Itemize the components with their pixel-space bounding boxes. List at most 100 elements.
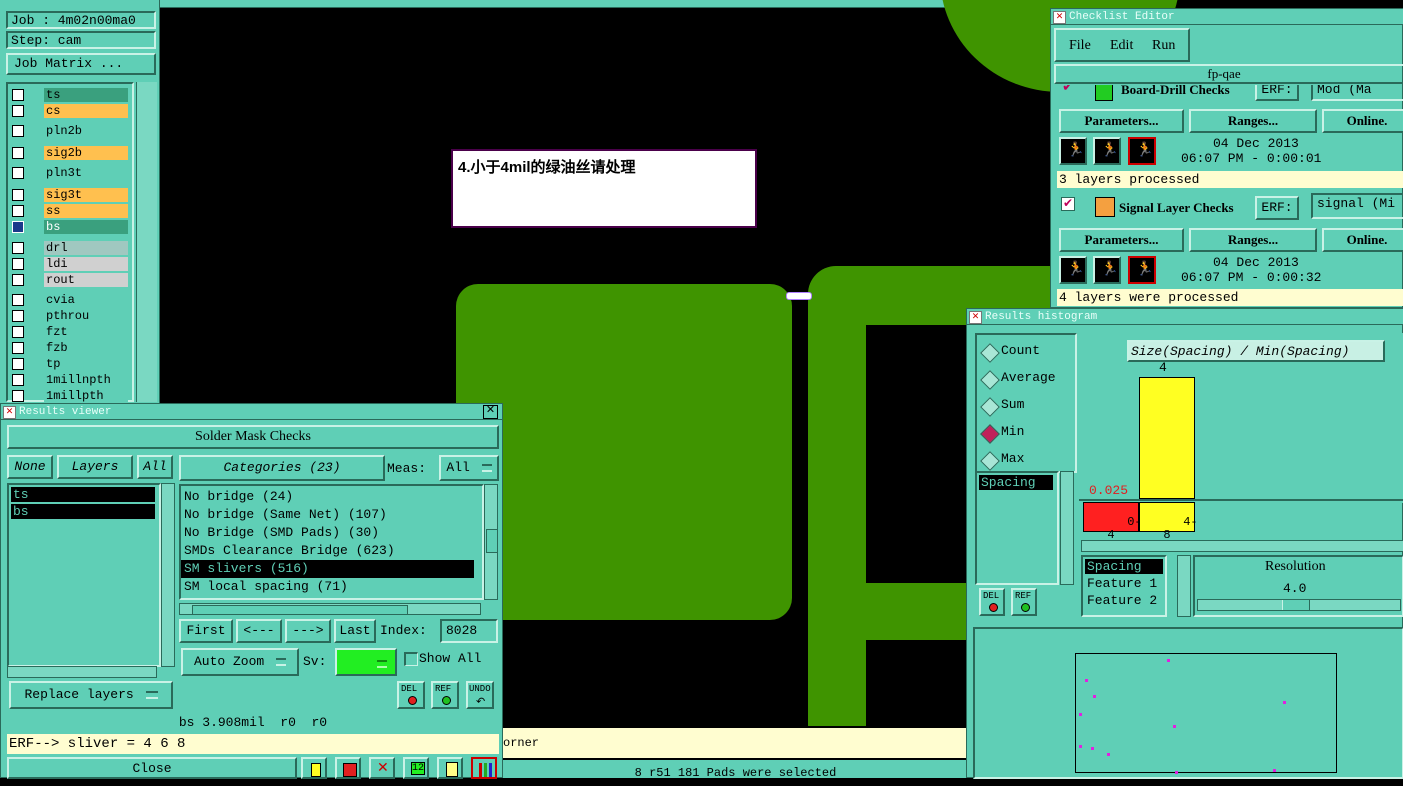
layer-checkbox[interactable] bbox=[12, 310, 24, 322]
layer-checkbox[interactable] bbox=[12, 89, 24, 101]
undo-button[interactable]: UNDO ↶ bbox=[466, 681, 494, 709]
auto-zoom-dropdown[interactable]: Auto Zoom bbox=[181, 648, 299, 676]
layer-name[interactable]: ts bbox=[44, 88, 128, 102]
layer-checkbox[interactable] bbox=[12, 189, 24, 201]
check-1-ranges-button[interactable]: Ranges... bbox=[1189, 109, 1317, 133]
layer-name[interactable]: 1millnpth bbox=[44, 373, 128, 387]
toolbar-icon-4[interactable]: 12 bbox=[403, 757, 429, 779]
layer-row-1millpth[interactable]: 1millpth bbox=[10, 389, 128, 403]
menu-edit[interactable]: Edit bbox=[1110, 38, 1133, 54]
sliver-highlight[interactable] bbox=[786, 292, 812, 300]
layer-row-pln3t[interactable]: pln3t bbox=[10, 166, 128, 180]
toolbar-icon-5[interactable] bbox=[437, 757, 463, 779]
layer-checkbox[interactable] bbox=[12, 205, 24, 217]
layer-row-cs[interactable]: cs bbox=[10, 104, 128, 118]
layer-checkbox[interactable] bbox=[12, 242, 24, 254]
menu-file[interactable]: File bbox=[1069, 38, 1091, 54]
close-window-icon[interactable]: ✕ bbox=[483, 405, 498, 419]
layer-name[interactable]: pthrou bbox=[44, 309, 128, 323]
measure-listbox[interactable]: Spacing bbox=[975, 471, 1059, 585]
menu-run[interactable]: Run bbox=[1152, 38, 1175, 54]
check-1-run-icon[interactable]: 🏃 bbox=[1059, 137, 1087, 165]
all-button[interactable]: All bbox=[137, 455, 173, 479]
sort-item-spacing[interactable]: Spacing bbox=[1085, 559, 1163, 574]
results-viewer-titlebar[interactable]: ✕ Results viewer ✕ bbox=[1, 404, 502, 420]
layer-row-pthrou[interactable]: pthrou bbox=[10, 309, 128, 323]
layer-list-scrollbar[interactable] bbox=[136, 82, 157, 402]
layer-row-1millnpth[interactable]: 1millnpth bbox=[10, 373, 128, 387]
mode-radio-count[interactable] bbox=[980, 343, 1000, 363]
layer-row-sig2b[interactable]: sig2b bbox=[10, 146, 128, 160]
measure-item-spacing[interactable]: Spacing bbox=[979, 475, 1053, 490]
layer-row-pln2b[interactable]: pln2b bbox=[10, 124, 128, 138]
toolbar-icon-6[interactable] bbox=[471, 757, 497, 779]
overview-map[interactable] bbox=[973, 627, 1403, 779]
layer-name[interactable]: rout bbox=[44, 273, 128, 287]
layer-name[interactable]: sig2b bbox=[44, 146, 128, 160]
del-button[interactable]: DEL bbox=[397, 681, 425, 709]
check-1-parameters-button[interactable]: Parameters... bbox=[1059, 109, 1184, 133]
toolbar-icon-2[interactable] bbox=[335, 757, 361, 779]
check-2-erf-value[interactable]: signal (Mi bbox=[1311, 193, 1403, 219]
check-1-stop-icon[interactable]: 🏃 bbox=[1128, 137, 1156, 165]
bin-4-8[interactable]: 4- 8 bbox=[1139, 502, 1198, 542]
categories-hscroll-thumb[interactable] bbox=[192, 605, 408, 615]
layer-name[interactable]: cs bbox=[44, 104, 128, 118]
check-2-ranges-button[interactable]: Ranges... bbox=[1189, 228, 1317, 252]
layers-listbox[interactable]: ts bs bbox=[7, 483, 161, 667]
bin-0-4[interactable]: 0- 4 bbox=[1083, 502, 1142, 542]
layer-name[interactable]: pln3t bbox=[44, 166, 128, 180]
check-2-run-all-icon[interactable]: 🏃 bbox=[1093, 256, 1121, 284]
check-2-online-button[interactable]: Online. bbox=[1322, 228, 1403, 252]
hist-ref-button[interactable]: REF bbox=[1011, 588, 1037, 616]
hist-del-button[interactable]: DEL bbox=[979, 588, 1005, 616]
category-item[interactable]: No bridge (24) bbox=[181, 488, 482, 506]
layer-row-bs[interactable]: bs bbox=[10, 220, 128, 234]
next-button[interactable]: ---> bbox=[285, 619, 331, 643]
layer-checkbox[interactable] bbox=[12, 105, 24, 117]
categories-hscroll[interactable] bbox=[179, 603, 481, 615]
layer-checkbox[interactable] bbox=[12, 274, 24, 286]
layer-row-drl[interactable]: drl bbox=[10, 241, 128, 255]
layer-name[interactable]: fzb bbox=[44, 341, 128, 355]
check-1-toggle[interactable]: ✔ bbox=[1062, 85, 1074, 96]
layer-checkbox[interactable] bbox=[12, 294, 24, 306]
layer-checkbox[interactable] bbox=[12, 167, 24, 179]
meas-dropdown[interactable]: All bbox=[439, 455, 499, 481]
layer-name[interactable]: cvia bbox=[44, 293, 128, 307]
copper-pad-left[interactable] bbox=[456, 284, 792, 620]
layer-checkbox[interactable] bbox=[12, 342, 24, 354]
layer-row-tp[interactable]: tp bbox=[10, 357, 128, 371]
resolution-slider-thumb[interactable] bbox=[1282, 600, 1310, 610]
checklist-editor-titlebar[interactable]: ✕ Checklist Editor bbox=[1051, 9, 1403, 25]
sort-listbox[interactable]: Spacing Feature 1 Feature 2 bbox=[1081, 555, 1167, 617]
measure-vscroll[interactable] bbox=[1060, 471, 1074, 585]
mode-radio-average[interactable] bbox=[980, 370, 1000, 390]
layer-name[interactable]: drl bbox=[44, 241, 128, 255]
layer-checkbox[interactable] bbox=[12, 258, 24, 270]
none-button[interactable]: None bbox=[7, 455, 53, 479]
mode-radio-min[interactable] bbox=[980, 424, 1000, 444]
category-item[interactable]: No bridge (Same Net) (107) bbox=[181, 506, 482, 524]
check-2-stop-icon[interactable]: 🏃 bbox=[1128, 256, 1156, 284]
layer-checkbox[interactable] bbox=[12, 125, 24, 137]
layer-checkbox[interactable] bbox=[12, 326, 24, 338]
check-1-run-all-icon[interactable]: 🏃 bbox=[1093, 137, 1121, 165]
ref-button[interactable]: REF bbox=[431, 681, 459, 709]
layer-name[interactable]: pln2b bbox=[44, 124, 128, 138]
replace-layers-dropdown[interactable]: Replace layers bbox=[9, 681, 173, 709]
layer-checkbox[interactable] bbox=[12, 358, 24, 370]
layer-row-ldi[interactable]: ldi bbox=[10, 257, 128, 271]
layer-row-sig3t[interactable]: sig3t bbox=[10, 188, 128, 202]
prev-button[interactable]: <--- bbox=[236, 619, 282, 643]
check-1-erf-value[interactable]: Mod (Ma bbox=[1311, 85, 1403, 101]
index-input[interactable]: 8028 bbox=[440, 619, 498, 643]
layer-name[interactable]: sig3t bbox=[44, 188, 128, 202]
histogram-titlebar[interactable]: ✕ Results histogram bbox=[967, 309, 1403, 325]
layer-row-cvia[interactable]: cvia bbox=[10, 293, 128, 307]
categories-listbox[interactable]: No bridge (24) No bridge (Same Net) (107)… bbox=[179, 484, 484, 600]
layers-vscroll[interactable] bbox=[161, 483, 175, 667]
layer-checkbox[interactable] bbox=[12, 147, 24, 159]
toolbar-icon-3[interactable]: ✕ bbox=[369, 757, 395, 779]
layer-checkbox[interactable] bbox=[12, 374, 24, 386]
